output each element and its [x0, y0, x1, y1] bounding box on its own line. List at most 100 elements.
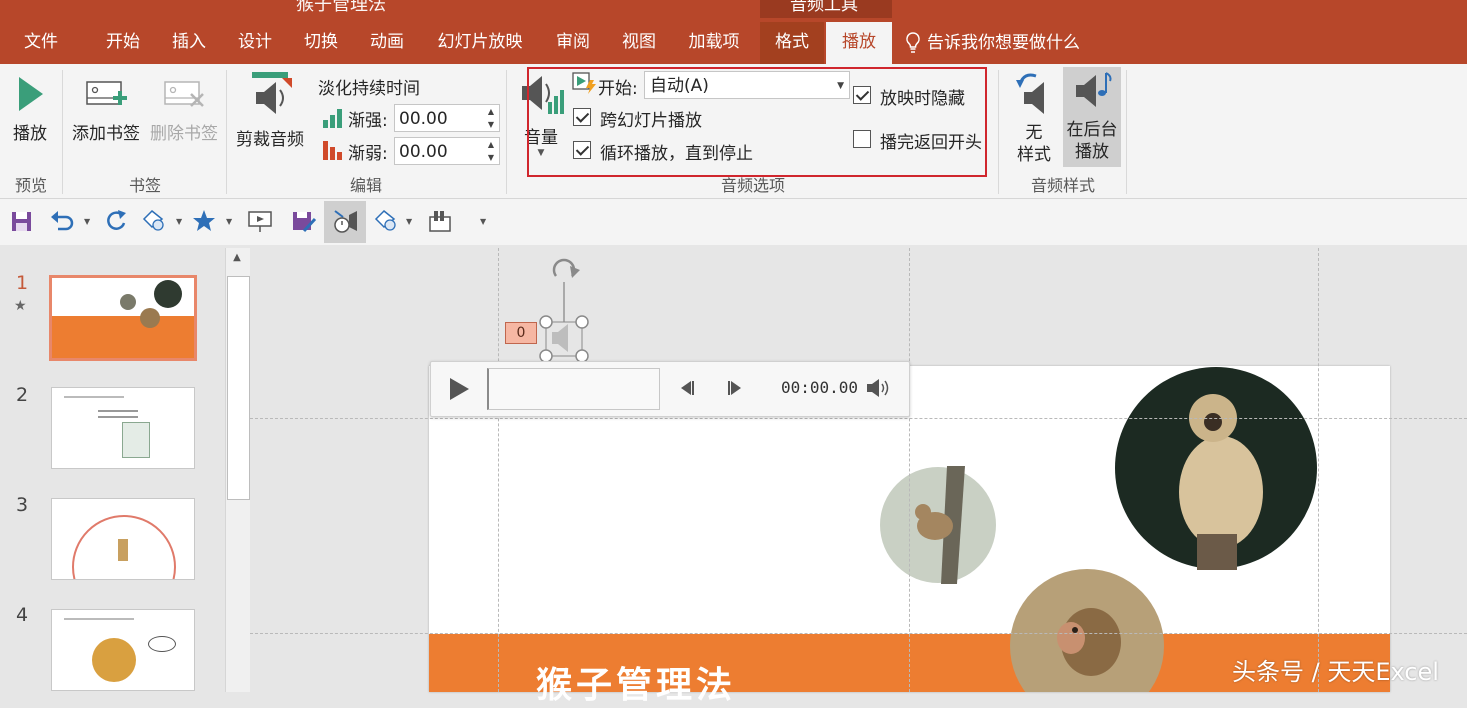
group-label-editing: 编辑 [349, 176, 382, 195]
tell-me-box[interactable]: 告诉我你想要做什么 [905, 22, 1080, 64]
thumbnail-scrollbar[interactable]: ▲ [225, 248, 250, 692]
star-dropdown-arrow[interactable]: ▼ [226, 217, 232, 226]
group-separator [226, 70, 227, 194]
tab-view[interactable]: 视图 [606, 22, 672, 64]
trim-audio-label: 剪裁音频 [236, 130, 304, 150]
slide-thumbnail-1[interactable] [49, 275, 197, 361]
add-bookmark-label: 添加书签 [72, 124, 140, 144]
play-in-background-icon [1076, 72, 1112, 107]
tab-animations[interactable]: 动画 [354, 22, 420, 64]
animation-star-icon: ★ [14, 298, 27, 314]
edit-icon[interactable] [290, 207, 318, 235]
group-separator [1126, 70, 1127, 194]
title-bar: 猴子管理法 音频工具 文件 开始 插入 设计 切换 动画 幻灯片放映 审阅 视图… [0, 0, 1467, 64]
player-volume-icon[interactable] [865, 376, 893, 400]
play-button[interactable]: 播放 [6, 74, 54, 144]
thumb-monkey-cartoon [92, 638, 136, 682]
slide-number: 3 [16, 494, 29, 516]
star-effect-icon[interactable] [190, 207, 218, 235]
animation-order-tag[interactable]: 0 [505, 322, 537, 344]
fade-in-label: 渐强: [348, 111, 388, 131]
thumb-monkey-photo [140, 308, 160, 328]
shape-fill-dropdown-arrow[interactable]: ▼ [406, 217, 412, 226]
fade-out-spinner[interactable]: ▲ ▼ [483, 138, 499, 164]
audio-object-selection[interactable] [536, 252, 592, 364]
group-separator [506, 70, 507, 194]
tab-format[interactable]: 格式 [760, 22, 824, 64]
player-back-icon[interactable] [677, 378, 697, 398]
player-progress-bar[interactable] [487, 368, 660, 410]
slide-thumbnail-3[interactable] [51, 498, 195, 580]
guide-line-vertical[interactable] [498, 248, 499, 692]
remove-bookmark-label: 删除书签 [150, 124, 218, 144]
macaque-photo [1010, 569, 1164, 692]
no-style-icon [1016, 73, 1044, 114]
slideshow-from-beginning-icon[interactable] [246, 207, 274, 235]
slide-number: 2 [16, 384, 29, 406]
thumb-text-line [64, 618, 134, 620]
tab-insert[interactable]: 插入 [156, 22, 222, 64]
timing-button[interactable] [324, 201, 366, 243]
guide-line-horizontal[interactable] [250, 418, 1467, 419]
player-play-icon[interactable] [445, 376, 471, 402]
audio-options-highlight-box [527, 67, 987, 177]
slide-thumbnails-panel: 1 ★ 2 3 4 [0, 246, 225, 692]
tab-review[interactable]: 审阅 [540, 22, 606, 64]
fade-in-input[interactable]: 00.00 ▲ ▼ [394, 104, 500, 132]
no-style-label-line1: 无 [1025, 123, 1043, 143]
tab-playback[interactable]: 播放 [826, 22, 892, 64]
group-label-bookmarks: 书签 [128, 176, 161, 195]
tab-addins[interactable]: 加载项 [672, 22, 756, 64]
fade-in-spinner[interactable]: ▲ ▼ [483, 105, 499, 131]
shape-fill-icon[interactable] [372, 207, 400, 235]
shape-outline-icon[interactable] [140, 207, 168, 235]
undo-icon[interactable] [48, 207, 76, 235]
audio-player-bar: 00:00.00 [430, 361, 910, 417]
trim-audio-icon [252, 72, 292, 114]
play-button-label: 播放 [13, 124, 47, 144]
slide-number: 1 [16, 272, 29, 294]
play-in-background-button[interactable]: 在后台 播放 [1063, 67, 1121, 167]
thumb-monkey-photo [154, 280, 182, 308]
tab-home[interactable]: 开始 [90, 22, 156, 64]
thumb-illustration [118, 539, 128, 561]
tab-file[interactable]: 文件 [0, 22, 82, 64]
player-time: 00:00.00 [781, 378, 859, 397]
slide-thumbnail-2[interactable] [51, 387, 195, 469]
window-title: 猴子管理法 [296, 0, 386, 15]
guide-line-horizontal[interactable] [250, 633, 1467, 634]
trim-audio-button[interactable]: 剪裁音频 [230, 70, 310, 150]
undo-dropdown-arrow[interactable]: ▼ [84, 217, 90, 226]
fade-in-value: 00.00 [399, 109, 448, 129]
shape-dropdown-arrow[interactable]: ▼ [176, 217, 182, 226]
play-in-background-label-line2: 播放 [1075, 142, 1109, 162]
thumb-text-line [98, 416, 138, 418]
gibbon-photo [1115, 367, 1317, 570]
fade-out-input[interactable]: 00.00 ▲ ▼ [394, 137, 500, 165]
tab-design[interactable]: 设计 [222, 22, 288, 64]
slide-thumbnail-4[interactable] [51, 609, 195, 691]
fade-duration-title: 淡化持续时间 [318, 79, 420, 99]
tab-slideshow[interactable]: 幻灯片放映 [420, 22, 540, 64]
clipboard-icon[interactable] [426, 207, 454, 235]
customize-toolbar-arrow[interactable]: ▼ [480, 217, 486, 226]
tab-transitions[interactable]: 切换 [288, 22, 354, 64]
redo-icon[interactable] [102, 207, 130, 235]
slide-title[interactable]: 猴子管理法 [536, 656, 736, 708]
slide-number: 4 [16, 604, 29, 626]
no-style-label-line2: 样式 [1017, 145, 1051, 165]
group-separator [62, 70, 63, 194]
guide-line-vertical[interactable] [1318, 248, 1319, 692]
scrollbar-thumb[interactable] [227, 276, 250, 500]
thumb-text-line [98, 410, 138, 412]
player-forward-icon[interactable] [725, 378, 745, 398]
scroll-up-arrow[interactable]: ▲ [226, 252, 248, 272]
remove-bookmark-button[interactable]: 删除书签 [146, 78, 222, 144]
thumb-text-line [64, 396, 124, 398]
no-style-button[interactable]: 无 样式 [1008, 70, 1060, 166]
play-in-background-label-line1: 在后台 [1066, 120, 1118, 140]
guide-line-vertical[interactable] [909, 248, 910, 692]
add-bookmark-button[interactable]: 添加书签 [68, 78, 144, 144]
save-icon[interactable] [8, 207, 36, 235]
watermark: 头条号 / 天天Excel [1232, 658, 1439, 686]
